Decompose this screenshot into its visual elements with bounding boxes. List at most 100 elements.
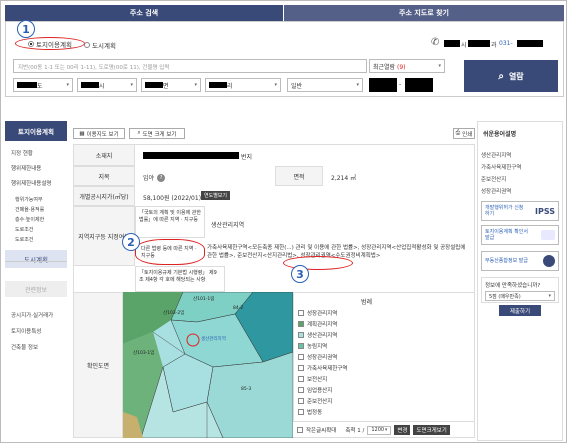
map-view-button[interactable]: ▦ 이용지도 보기 [73, 128, 125, 139]
legend-item: 보전산지 [298, 375, 327, 383]
legend-label: 준보전산지 [307, 399, 333, 405]
legend-item: 임업용산지 [298, 386, 332, 394]
redacted [444, 40, 460, 47]
recent-label: 최근열람 (9) [373, 63, 406, 71]
banner-real-estate[interactable]: 부동산종합정보 발급 [481, 251, 559, 271]
village-select[interactable]: 리 ▾ [205, 78, 281, 92]
sidebar-item[interactable]: 행위제한내용 [11, 164, 41, 172]
map-large-button-2[interactable]: 도면크게보기 [413, 425, 450, 435]
legend-swatch [298, 321, 304, 327]
sidebar-related[interactable]: 관련정보 [5, 281, 67, 297]
government-logo-icon [541, 230, 555, 240]
sidebar-item[interactable]: 행위제한내용설명 [11, 179, 51, 187]
law3-label: 「토지이용규제 기본법 시행령」 제9조 제4항 각 호에 해당되는 사항 [135, 266, 225, 292]
redacted-input[interactable] [369, 78, 397, 92]
map-label-text: 산101-1림 [193, 297, 215, 302]
radio-dot-on [28, 40, 35, 47]
sidebar-subitem[interactable]: 도로조건 [15, 236, 33, 243]
legend-label: 농림지역 [307, 344, 328, 350]
radio-city-plan[interactable]: 도시계획 [84, 40, 116, 50]
marker-1: 1 [17, 20, 35, 38]
legend-item: 계획관리지역 [298, 320, 337, 328]
printer-icon: ⎙ [455, 130, 461, 136]
redacted [517, 40, 543, 47]
chevron-down-icon: ▾ [438, 63, 441, 69]
sidebar-subitem[interactable]: 행위가능여부 [15, 196, 43, 203]
category-label: 지목 [73, 166, 135, 186]
legend-item: 생산관리지역 [298, 331, 337, 339]
redacted-address [143, 152, 239, 159]
legend-item: 준보전산지 [298, 397, 332, 405]
sidebar-item[interactable]: 건축물 정보 [11, 343, 38, 351]
redacted-input[interactable] [405, 78, 433, 92]
tab-map-search[interactable]: 주소 지도로 찾기 [284, 5, 564, 21]
survey-submit-button[interactable]: 제출하기 [499, 305, 541, 316]
checkbox[interactable] [297, 427, 303, 433]
sidebar-item[interactable]: 지정 현황 [11, 149, 33, 157]
radio-land-use[interactable]: 토지이용계획 [15, 37, 85, 50]
sidebar-item[interactable]: 공시지가·실거래가 [11, 311, 53, 319]
term-link[interactable]: 성장관리권역 [481, 187, 511, 195]
sidebar-subitem[interactable]: 도로조건 [15, 226, 33, 233]
banner-dev-permit[interactable]: 개발행위허가 신청하기 IPSS [481, 201, 559, 221]
legend-swatch [298, 376, 304, 382]
legend-label: 생산관리지역 [307, 333, 338, 339]
map-svg [123, 292, 293, 438]
redacted [468, 40, 490, 47]
law1-value: 생산관리지역 [211, 222, 245, 229]
term-link[interactable]: 준보전산지 [481, 175, 506, 183]
city-select[interactable]: 시 ▾ [77, 78, 137, 92]
map-label-text: 생산관리지역 [201, 337, 226, 342]
legend-title: 범례 [361, 299, 373, 306]
sidebar-subitem[interactable]: 층수·높이제한 [15, 216, 44, 223]
land-map[interactable]: 산101-1림 산103-2임 산103-1임 생산관리지역 84-2 85-3 [123, 292, 293, 438]
seal-icon [543, 255, 555, 267]
sidebar-active[interactable]: 도시계획 [5, 250, 67, 268]
legend-item: 성장관리권역 [298, 353, 337, 361]
map-footer: 작은글씨확대 축척 1 / 1200 ▾ 변경 도면크게보기 [297, 425, 450, 435]
map-large-button[interactable]: ⌕ 도면 크게 보기 [129, 128, 185, 139]
map-label-text: 산103-1임 [133, 351, 155, 356]
category-value: 임야? [143, 173, 166, 182]
scale-select[interactable]: 1200 ▾ [367, 425, 392, 435]
legend-label: 성장관리권역 [307, 355, 338, 361]
chevron-down-icon: ▾ [548, 293, 551, 299]
survey-select[interactable]: 5점 (매우만족) ▾ [485, 291, 555, 301]
price-label: 개별공시지가(㎡당) [73, 186, 135, 206]
view-button[interactable]: ⌕ 열람 [464, 60, 558, 92]
map-label-text: 85-3 [241, 387, 252, 392]
help-icon[interactable]: ? [157, 173, 166, 182]
print-button[interactable]: ⎙ 인쇄 [453, 128, 475, 139]
yearly-view-button[interactable]: 연도별보기 [201, 191, 231, 200]
legend-label: 계획관리지역 [307, 322, 338, 328]
banner-certificate[interactable]: 토지이용계획 확인서 발급 [481, 225, 559, 245]
term-link[interactable]: 가축사육제한구역 [481, 163, 521, 171]
contact-dept: 과 [491, 42, 497, 49]
search-input[interactable]: 지번(00동 1-1 또는 00리 1-11), 도로명(00로 11), 건물… [13, 59, 367, 73]
scale-change-button[interactable]: 변경 [394, 425, 411, 435]
map-icon: ▦ [79, 130, 85, 137]
legend-item: 성장관리지역 [298, 309, 337, 317]
province-select[interactable]: 도 ▾ [13, 78, 73, 92]
marker-3: 3 [291, 265, 309, 283]
type-select[interactable]: 일반 ▾ [287, 78, 363, 92]
phone-icon: ✆ [431, 37, 440, 48]
legend-item: 법정동 [298, 408, 322, 416]
marker-2: 2 [122, 233, 140, 251]
chevron-down-icon: ▾ [274, 82, 277, 88]
sidebar-item[interactable]: 토지이용특성 [11, 327, 41, 335]
location-suffix: 번지 [241, 154, 253, 161]
legend-label: 법정동 [307, 410, 323, 416]
recent-dropdown[interactable]: 최근열람 (9) ▾ [369, 59, 445, 73]
district-select[interactable]: 면 ▾ [141, 78, 201, 92]
term-link[interactable]: 생산관리지역 [481, 151, 511, 159]
tab-address-search[interactable]: 주소 검색 [5, 5, 283, 21]
legend-swatch [298, 332, 304, 338]
legend-swatch [298, 354, 304, 360]
survey-question: 정보에 만족하셨습니까? [485, 283, 541, 289]
contact-city: 시 [461, 42, 467, 49]
radio-dot [84, 42, 90, 48]
sidebar-subitem[interactable]: 건폐율·용적률 [15, 206, 44, 213]
contact-phone: 031- [499, 40, 513, 47]
legend-swatch [298, 398, 304, 404]
